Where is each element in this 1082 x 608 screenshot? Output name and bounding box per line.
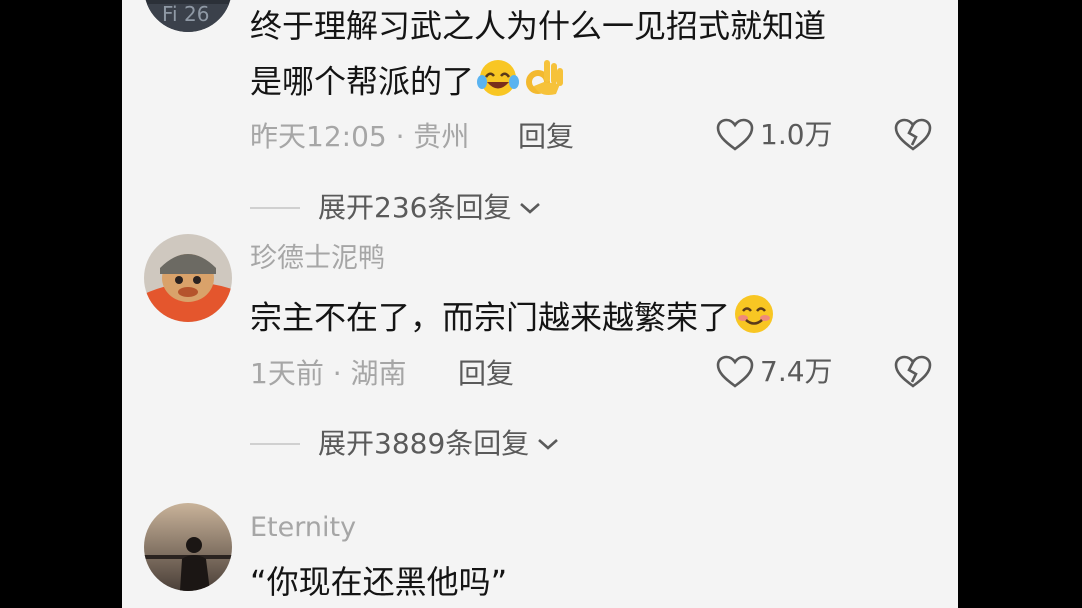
broken-heart-icon [894,355,932,388]
like-count: 7.4万 [760,355,833,388]
reply-button[interactable]: 回复 [518,120,574,154]
smiling-emoji [732,293,776,346]
comment-text-line2: 是哪个帮派的了 [250,56,566,111]
expand-replies-button[interactable]: 展开3889条回复 [250,427,559,461]
expand-replies-button[interactable]: 展开236条回复 [250,191,541,225]
avatar-badge: Fi 26 [162,2,210,26]
heart-icon [716,118,754,151]
divider-line [250,207,300,209]
comment-text: 终于理解习武之人为什么一见招式就知道 [250,7,827,45]
username[interactable]: Eternity [250,512,356,544]
avatar[interactable] [144,503,232,591]
expand-label: 展开236条回复 [318,191,512,224]
heart-icon [716,355,754,388]
chevron-down-icon [519,201,541,215]
expand-label: 展开3889条回复 [318,427,530,460]
like-button[interactable]: 1.0万 [716,118,833,152]
like-button[interactable]: 7.4万 [716,355,833,389]
dislike-button[interactable] [894,118,932,156]
like-count: 1.0万 [760,118,833,151]
chevron-down-icon [537,437,559,451]
comment-text: “你现在还黑他吗” [250,563,508,601]
laughing-crying-emoji [476,57,520,110]
ok-hand-emoji [522,56,566,111]
comment-text: 宗主不在了，而宗门越来越繁荣了 [250,293,776,346]
comment-meta: 昨天12:05 · 贵州 [250,120,470,153]
broken-heart-icon [894,118,932,151]
comment-list[interactable]: Fi 26 终于理解习武之人为什么一见招式就知道 是哪个帮派的了 昨天12:05… [122,0,958,608]
reply-button[interactable]: 回复 [458,357,514,391]
avatar[interactable] [144,234,232,322]
comment-meta: 1天前 · 湖南 [250,357,407,390]
screen-frame: Fi 26 终于理解习武之人为什么一见招式就知道 是哪个帮派的了 昨天12:05… [0,0,1082,608]
dislike-button[interactable] [894,355,932,393]
divider-line [250,443,300,445]
username[interactable]: 珍德士泥鸭 [250,243,385,275]
